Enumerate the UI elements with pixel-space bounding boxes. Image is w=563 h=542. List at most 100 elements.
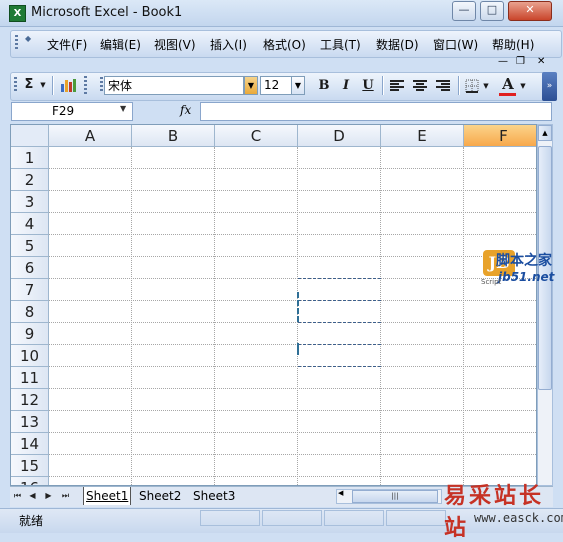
font-color-button[interactable]: A [500, 75, 516, 93]
easck-watermark-url: www.easck.com [474, 511, 563, 525]
column-header-d[interactable]: D [298, 125, 381, 147]
status-panel [262, 510, 322, 526]
borders-icon[interactable] [465, 79, 479, 93]
doc-minimize-button[interactable]: — [498, 56, 508, 67]
menu-insert[interactable]: 插入(I) [210, 36, 247, 53]
bold-button[interactable]: B [316, 77, 332, 95]
align-left-icon[interactable] [390, 80, 404, 92]
tab-sheet3[interactable]: Sheet3 [191, 487, 237, 505]
font-color-swatch [499, 93, 516, 96]
copy-marquee-line [298, 322, 381, 323]
minimize-button[interactable]: — [452, 1, 476, 21]
menu-view[interactable]: 视图(V) [154, 36, 196, 53]
menu-format[interactable]: 格式(O) [263, 36, 306, 53]
insert-function-button[interactable]: fx [180, 103, 191, 117]
name-box-dropdown-arrow[interactable]: ▼ [120, 104, 126, 113]
next-sheet-icon[interactable]: ▶ [43, 489, 54, 503]
row-header[interactable]: 3 [11, 191, 49, 213]
status-panel [386, 510, 446, 526]
menu-help[interactable]: 帮助(H) [492, 36, 534, 53]
jb51-watermark-name: 脚本之家 [496, 253, 552, 269]
jb51-watermark-url: jb51.net [498, 270, 555, 284]
menu-edit[interactable]: 编辑(E) [100, 36, 141, 53]
autosum-dropdown-arrow[interactable]: ▼ [38, 76, 48, 94]
copy-marquee-left [297, 292, 299, 322]
menubar-gear-icon: ◆ [25, 34, 32, 43]
row-header[interactable]: 15 [11, 455, 49, 477]
toolbar-grip-3[interactable] [100, 77, 103, 93]
font-name-input[interactable]: 宋体 [104, 76, 244, 95]
menu-file[interactable]: 文件(F) [47, 36, 87, 53]
align-center-icon[interactable] [413, 80, 427, 92]
status-panel [200, 510, 260, 526]
gridline [463, 147, 464, 485]
toolbar-grip-2[interactable] [84, 76, 87, 95]
row-header[interactable]: 12 [11, 389, 49, 411]
select-all-corner[interactable] [11, 125, 49, 147]
font-name-dropdown-arrow[interactable]: ▼ [244, 76, 258, 95]
autosum-button[interactable]: Σ [22, 76, 36, 94]
font-size-dropdown-arrow[interactable]: ▼ [291, 76, 305, 95]
name-box-value: F29 [52, 104, 75, 118]
italic-button[interactable]: I [338, 77, 354, 95]
font-size-input[interactable]: 12 [260, 76, 292, 95]
scroll-left-arrow-icon[interactable]: ◀ [338, 489, 343, 497]
column-header-b[interactable]: B [132, 125, 215, 147]
first-sheet-icon[interactable]: ⏮ [12, 489, 23, 503]
excel-app-icon[interactable]: X [9, 5, 26, 22]
row-header[interactable]: 1 [11, 147, 49, 169]
row-header[interactable]: 10 [11, 345, 49, 367]
toolbar-separator [458, 76, 460, 95]
toolbar-overflow-button[interactable]: » [542, 72, 557, 101]
horizontal-scroll-thumb[interactable]: ||| [352, 490, 438, 503]
scroll-up-arrow-icon[interactable]: ▲ [538, 125, 552, 141]
status-text: 就绪 [19, 514, 44, 528]
maximize-button[interactable]: □ [480, 1, 504, 21]
close-button[interactable]: ✕ [508, 1, 552, 21]
window-title: Microsoft Excel - Book1 [31, 5, 183, 20]
column-header-f[interactable]: F [464, 125, 536, 147]
prev-sheet-icon[interactable]: ◀ [27, 489, 38, 503]
column-header-e[interactable]: E [381, 125, 464, 147]
row-header[interactable]: 2 [11, 169, 49, 191]
tab-sheet2[interactable]: Sheet2 [137, 487, 183, 505]
copy-marquee-line [298, 344, 381, 345]
row-header[interactable]: 9 [11, 323, 49, 345]
column-header-a[interactable]: A [49, 125, 132, 147]
spreadsheet-grid[interactable]: A B C D E F 1 2 3 4 5 6 7 8 9 10 11 12 1… [10, 124, 537, 486]
menu-data[interactable]: 数据(D) [376, 36, 419, 53]
toolbar-grip[interactable] [14, 77, 17, 93]
tab-sheet1[interactable]: Sheet1 [83, 487, 132, 505]
easck-watermark-name: 易采站长站 [444, 483, 545, 541]
row-header[interactable]: 13 [11, 411, 49, 433]
align-right-icon[interactable] [436, 80, 450, 92]
formula-input[interactable] [200, 102, 552, 121]
gridline [131, 147, 132, 485]
menu-window[interactable]: 窗口(W) [433, 36, 478, 53]
chart-wizard-icon[interactable] [60, 78, 76, 92]
copy-marquee-bottom [298, 366, 381, 367]
last-sheet-icon[interactable]: ⏭ [60, 489, 71, 503]
status-panel [324, 510, 384, 526]
toolbar-separator [52, 76, 54, 95]
menu-tools[interactable]: 工具(T) [320, 36, 361, 53]
doc-restore-button[interactable]: ❐ [516, 56, 525, 67]
toolbar-separator [382, 76, 384, 95]
row-header[interactable]: 7 [11, 279, 49, 301]
menubar-grip[interactable] [15, 35, 18, 51]
row-header[interactable]: 6 [11, 257, 49, 279]
row-header[interactable]: 8 [11, 301, 49, 323]
row-header[interactable]: 4 [11, 213, 49, 235]
row-header[interactable]: 5 [11, 235, 49, 257]
row-header[interactable]: 14 [11, 433, 49, 455]
borders-dropdown-arrow[interactable]: ▼ [482, 77, 490, 95]
font-color-dropdown-arrow[interactable]: ▼ [519, 77, 527, 95]
copy-marquee-top [298, 278, 381, 279]
underline-button[interactable]: U [360, 77, 376, 95]
row-header[interactable]: 11 [11, 367, 49, 389]
row-header[interactable]: 16 [11, 477, 49, 485]
column-header-c[interactable]: C [215, 125, 298, 147]
doc-close-button[interactable]: ✕ [537, 56, 545, 67]
gridline [214, 147, 215, 485]
copy-marquee-left [297, 343, 299, 355]
